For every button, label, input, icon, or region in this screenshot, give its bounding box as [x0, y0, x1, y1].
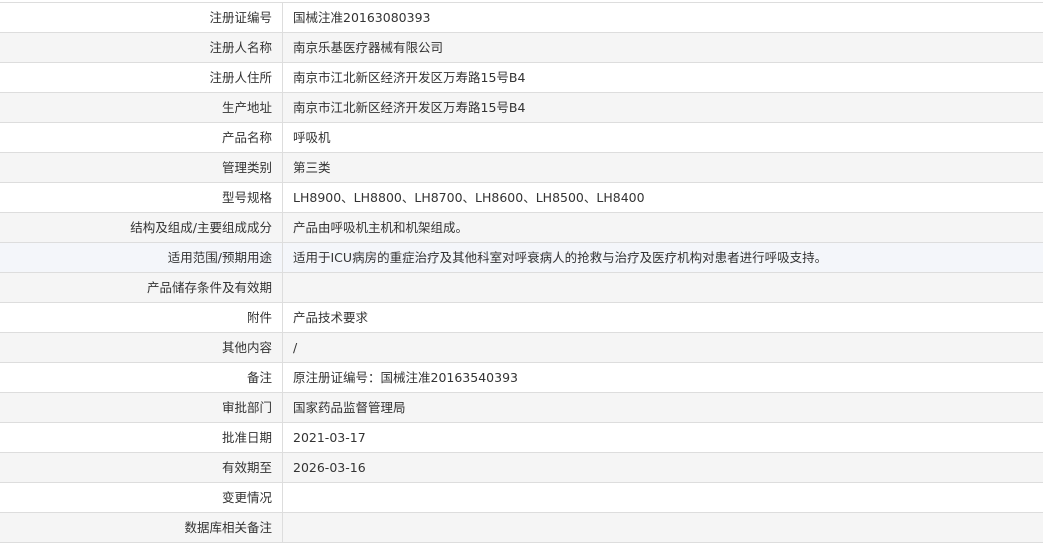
- table-row-registration-number: 注册证编号 国械注准20163080393: [0, 3, 1043, 33]
- row-label: 审批部门: [0, 393, 283, 422]
- row-label: 适用范围/预期用途: [0, 243, 283, 272]
- row-value: 2021-03-17: [293, 430, 366, 445]
- row-label: 注册人住所: [0, 63, 283, 92]
- table-row-change-status: 变更情况: [0, 483, 1043, 513]
- row-label: 产品储存条件及有效期: [0, 273, 283, 302]
- row-label: 附件: [0, 303, 283, 332]
- row-label: 有效期至: [0, 453, 283, 482]
- row-label: 型号规格: [0, 183, 283, 212]
- table-row-database-remarks: 数据库相关备注: [0, 513, 1043, 543]
- table-row-storage-conditions: 产品储存条件及有效期: [0, 273, 1043, 303]
- table-row-registrant-name: 注册人名称 南京乐基医疗器械有限公司: [0, 33, 1043, 63]
- row-value: 2026-03-16: [293, 460, 366, 475]
- row-label: 生产地址: [0, 93, 283, 122]
- row-label: 管理类别: [0, 153, 283, 182]
- row-label: 批准日期: [0, 423, 283, 452]
- row-value: 产品由呼吸机主机和机架组成。: [293, 220, 469, 235]
- row-label: 产品名称: [0, 123, 283, 152]
- row-value: 南京市江北新区经济开发区万寿路15号B4: [293, 100, 526, 115]
- table-row-product-name: 产品名称 呼吸机: [0, 123, 1043, 153]
- table-row-structure-composition: 结构及组成/主要组成成分 产品由呼吸机主机和机架组成。: [0, 213, 1043, 243]
- row-value: 南京乐基医疗器械有限公司: [293, 40, 444, 55]
- table-row-management-category: 管理类别 第三类: [0, 153, 1043, 183]
- row-value: 南京市江北新区经济开发区万寿路15号B4: [293, 70, 526, 85]
- row-label: 注册证编号: [0, 3, 283, 32]
- row-value: 适用于ICU病房的重症治疗及其他科室对呼衰病人的抢救与治疗及医疗机构对患者进行呼…: [293, 250, 828, 265]
- row-label: 备注: [0, 363, 283, 392]
- row-value: 产品技术要求: [293, 310, 369, 325]
- table-row-intended-use: 适用范围/预期用途 适用于ICU病房的重症治疗及其他科室对呼衰病人的抢救与治疗及…: [0, 243, 1043, 273]
- row-label: 数据库相关备注: [0, 513, 283, 542]
- table-row-remarks: 备注 原注册证编号：国械注准20163540393: [0, 363, 1043, 393]
- row-value: 原注册证编号：国械注准20163540393: [293, 370, 518, 385]
- table-row-model-specification: 型号规格 LH8900、LH8800、LH8700、LH8600、LH8500、…: [0, 183, 1043, 213]
- table-row-attachment: 附件 产品技术要求: [0, 303, 1043, 333]
- table-row-approval-date: 批准日期 2021-03-17: [0, 423, 1043, 453]
- row-label: 其他内容: [0, 333, 283, 362]
- row-value: LH8900、LH8800、LH8700、LH8600、LH8500、LH840…: [293, 190, 645, 205]
- row-value: /: [293, 340, 298, 355]
- row-label: 注册人名称: [0, 33, 283, 62]
- table-row-production-address: 生产地址 南京市江北新区经济开发区万寿路15号B4: [0, 93, 1043, 123]
- row-label: 结构及组成/主要组成成分: [0, 213, 283, 242]
- registration-info-table: 注册证编号 国械注准20163080393 注册人名称 南京乐基医疗器械有限公司…: [0, 2, 1043, 543]
- table-row-approval-department: 审批部门 国家药品监督管理局: [0, 393, 1043, 423]
- row-label: 变更情况: [0, 483, 283, 512]
- row-value: [283, 483, 1043, 512]
- row-value: 国械注准20163080393: [293, 10, 431, 25]
- row-value: 国家药品监督管理局: [293, 400, 406, 415]
- row-value: 第三类: [293, 160, 331, 175]
- row-value: [283, 513, 1043, 542]
- row-value: [283, 273, 1043, 302]
- table-row-valid-until: 有效期至 2026-03-16: [0, 453, 1043, 483]
- table-row-other-content: 其他内容 /: [0, 333, 1043, 363]
- table-row-registrant-address: 注册人住所 南京市江北新区经济开发区万寿路15号B4: [0, 63, 1043, 93]
- row-value: 呼吸机: [293, 130, 331, 145]
